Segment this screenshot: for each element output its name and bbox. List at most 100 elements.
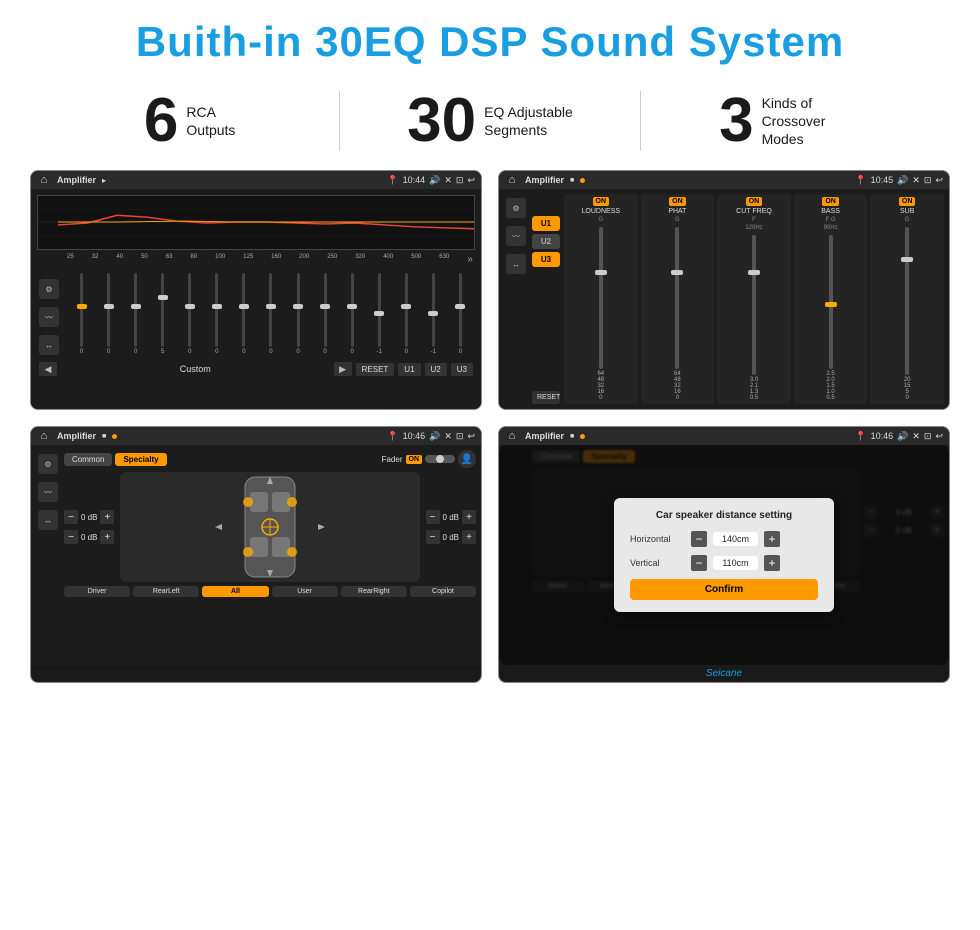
amp-u2-btn[interactable]: U2 — [532, 234, 560, 249]
eq-screen-wrapper: ⌂ Amplifier ▸ 📍 10:44 🔊 ✕ ⊡ ↩ — [30, 170, 482, 410]
eq-u1-btn[interactable]: U1 — [398, 363, 420, 376]
sp1-x-icon[interactable]: ✕ — [444, 431, 452, 442]
cutfreq-label: CUT FREQ — [736, 208, 772, 215]
amp-arrows-icon[interactable]: ↔ — [506, 254, 526, 274]
sp1-eq-icon[interactable]: ⚙ — [38, 454, 58, 474]
sp1-time: 10:46 — [403, 431, 426, 441]
eq-status-bar: ⌂ Amplifier ▸ 📍 10:44 🔊 ✕ ⊡ ↩ — [31, 171, 481, 189]
sp1-home-icon[interactable]: ⌂ — [37, 429, 51, 443]
eq-play-icon: ▸ — [102, 176, 106, 185]
dialog-v-minus[interactable]: − — [691, 555, 707, 571]
eq-slider-5[interactable]: 0 — [177, 273, 202, 355]
sub-slider[interactable] — [905, 227, 909, 375]
fader-slider[interactable] — [425, 455, 455, 463]
stats-row: 6 RCAOutputs 30 EQ AdjustableSegments 3 … — [0, 76, 980, 170]
sp2-win-icon[interactable]: ⊡ — [924, 431, 932, 442]
bass-on-badge[interactable]: ON — [822, 197, 839, 206]
dialog-h-minus[interactable]: − — [691, 531, 707, 547]
dialog-h-plus[interactable]: + — [764, 531, 780, 547]
sp2-x-icon[interactable]: ✕ — [912, 431, 920, 442]
dialog-v-plus[interactable]: + — [764, 555, 780, 571]
dialog-horizontal-label: Horizontal — [630, 534, 685, 544]
sp1-plus-1[interactable]: + — [100, 510, 114, 524]
eq-slider-10[interactable]: 0 — [313, 273, 338, 355]
dialog-title: Car speaker distance setting — [630, 510, 818, 521]
phat-on-badge[interactable]: ON — [669, 197, 686, 206]
amp-dot — [580, 178, 585, 183]
eq-slider-7[interactable]: 0 — [231, 273, 256, 355]
sp1-arrows-icon[interactable]: ↔ — [38, 510, 58, 530]
eq-reset-btn[interactable]: RESET — [356, 363, 395, 376]
amp-eq-icon[interactable]: ⚙ — [506, 198, 526, 218]
amp-wave-icon[interactable]: 〰 — [506, 226, 526, 246]
eq-slider-1[interactable]: 0 — [69, 273, 94, 355]
eq-window-icon[interactable]: ⊡ — [456, 175, 464, 186]
stat-crossover: 3 Kinds ofCrossover Modes — [641, 90, 940, 152]
sp1-rearright-btn[interactable]: RearRight — [341, 586, 407, 597]
sp1-win-icon[interactable]: ⊡ — [456, 431, 464, 442]
cutfreq-on-badge[interactable]: ON — [746, 197, 763, 206]
sp1-all-btn[interactable]: All — [202, 586, 268, 597]
eq-slider-9[interactable]: 0 — [286, 273, 311, 355]
eq-slider-11[interactable]: 0 — [340, 273, 365, 355]
loudness-on-badge[interactable]: ON — [593, 197, 610, 206]
sp1-rearleft-btn[interactable]: RearLeft — [133, 586, 199, 597]
sp1-user-icon[interactable]: 👤 — [458, 450, 476, 468]
amp-u1-btn[interactable]: U1 — [532, 216, 560, 231]
sp1-copilot-btn[interactable]: Copilot — [410, 586, 476, 597]
eq-prev-btn[interactable]: ◀ — [39, 362, 57, 376]
sp1-tab-common[interactable]: Common — [64, 453, 112, 466]
eq-slider-13[interactable]: 0 — [394, 273, 419, 355]
sp2-home-icon[interactable]: ⌂ — [505, 429, 519, 443]
eq-wave-btn[interactable]: 〰 — [39, 307, 59, 327]
sp1-plus-2[interactable]: + — [100, 530, 114, 544]
sp2-back-icon[interactable]: ↩ — [935, 431, 943, 442]
sp1-plus-4[interactable]: + — [462, 530, 476, 544]
cutfreq-slider[interactable] — [752, 235, 756, 375]
sp1-minus-2[interactable]: − — [64, 530, 78, 544]
eq-next-btn[interactable]: ▶ — [334, 362, 352, 376]
eq-slider-8[interactable]: 0 — [258, 273, 283, 355]
amp-back-icon[interactable]: ↩ — [935, 175, 943, 186]
sp1-back-icon[interactable]: ↩ — [467, 431, 475, 442]
sp1-wave-icon[interactable]: 〰 — [38, 482, 58, 502]
sp1-dot — [112, 434, 117, 439]
sub-on-badge[interactable]: ON — [899, 197, 916, 206]
bass-slider[interactable] — [829, 235, 833, 369]
amp-u3-btn[interactable]: U3 — [532, 252, 560, 267]
amp-window-icon[interactable]: ⊡ — [924, 175, 932, 186]
eq-slider-15[interactable]: 0 — [448, 273, 473, 355]
eq-slider-3[interactable]: 0 — [123, 273, 148, 355]
eq-slider-4[interactable]: 5 — [150, 273, 175, 355]
home-icon[interactable]: ⌂ — [37, 173, 51, 187]
amp-channel-sub: ON SUB G 20 15 5 0 — [870, 194, 944, 404]
sp1-minus-3[interactable]: − — [426, 510, 440, 524]
amp-home-icon[interactable]: ⌂ — [505, 173, 519, 187]
sp1-plus-3[interactable]: + — [462, 510, 476, 524]
amp-reset-btn[interactable]: RESET — [532, 391, 560, 404]
eq-back-icon[interactable]: ↩ — [467, 175, 475, 186]
loudness-slider[interactable] — [599, 227, 603, 369]
eq-slider-12[interactable]: -1 — [367, 273, 392, 355]
eq-bottom-bar: ◀ Custom ▶ RESET U1 U2 U3 — [37, 359, 475, 379]
stat-text-eq: EQ AdjustableSegments — [484, 103, 573, 139]
eq-slider-6[interactable]: 0 — [204, 273, 229, 355]
sp1-minus-1[interactable]: − — [64, 510, 78, 524]
amp-x-icon[interactable]: ✕ — [912, 175, 920, 186]
sp1-minus-4[interactable]: − — [426, 530, 440, 544]
eq-arrows-btn[interactable]: ↔ — [39, 335, 59, 355]
phat-slider[interactable] — [675, 227, 679, 369]
eq-u3-btn[interactable]: U3 — [451, 363, 473, 376]
eq-slider-14[interactable]: -1 — [421, 273, 446, 355]
fader-on-badge[interactable]: ON — [406, 455, 423, 464]
eq-x-icon[interactable]: ✕ — [444, 175, 452, 186]
phat-label: PHAT — [668, 208, 686, 215]
eq-settings-btn[interactable]: ⚙ — [39, 279, 59, 299]
sp1-title: Amplifier — [57, 431, 96, 441]
eq-u2-btn[interactable]: U2 — [425, 363, 447, 376]
confirm-button[interactable]: Confirm — [630, 579, 818, 600]
sp1-user-btn[interactable]: User — [272, 586, 338, 597]
sp1-tab-specialty[interactable]: Specialty — [115, 453, 166, 466]
sp1-driver-btn[interactable]: Driver — [64, 586, 130, 597]
eq-slider-2[interactable]: 0 — [96, 273, 121, 355]
